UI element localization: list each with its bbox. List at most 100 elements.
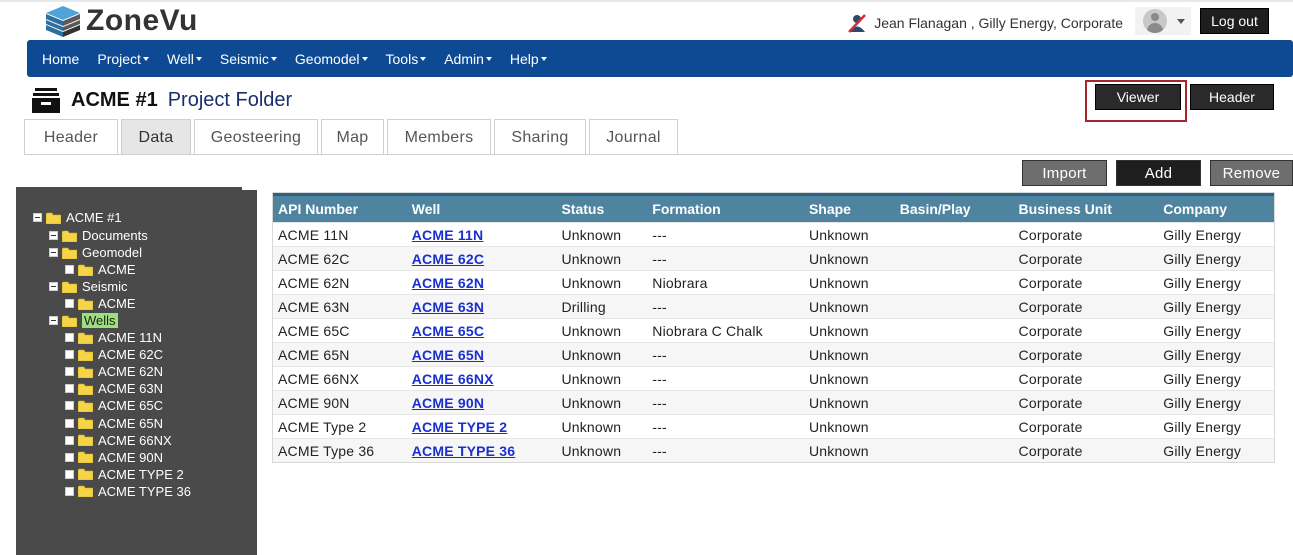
tree-node-well[interactable]: ACME 11N	[65, 329, 162, 346]
leaf-node-icon[interactable]	[65, 350, 74, 360]
tab-map[interactable]: Map	[321, 119, 384, 155]
tab-header[interactable]: Header	[24, 119, 118, 155]
well-link[interactable]: ACME TYPE 2	[412, 419, 508, 435]
table-row[interactable]: ACME 66NX ACME 66NX Unknown --- Unknown Corpo…	[273, 366, 1274, 390]
well-link[interactable]: ACME 65N	[412, 347, 484, 363]
leaf-node-icon[interactable]	[65, 418, 74, 428]
column-header[interactable]: Shape	[804, 201, 895, 217]
tab-members[interactable]: Members	[387, 119, 491, 155]
add-button[interactable]: Add	[1116, 160, 1201, 186]
leaf-node-icon[interactable]	[65, 401, 74, 411]
project-title-row: ACME #1 Project Folder	[31, 84, 292, 116]
tree-node-well[interactable]: ACME 62N	[65, 363, 163, 380]
leaf-node-icon[interactable]	[65, 367, 74, 377]
tree-node-well[interactable]: ACME TYPE 2	[65, 466, 184, 483]
nav-item-label: Admin	[444, 50, 484, 67]
logout-button[interactable]: Log out	[1200, 8, 1269, 34]
header-button[interactable]: Header	[1190, 84, 1274, 110]
tree-node-well[interactable]: ACME 65C	[65, 397, 163, 414]
tree-node-seismic-acme[interactable]: ACME	[65, 295, 136, 312]
tree-node-label: Documents	[82, 228, 148, 243]
leaf-node-icon[interactable]	[65, 384, 74, 394]
nav-item-tools[interactable]: Tools	[377, 40, 436, 77]
leaf-node-icon[interactable]	[65, 452, 74, 462]
collapse-icon[interactable]	[33, 213, 42, 222]
well-link[interactable]: ACME TYPE 36	[412, 443, 516, 459]
well-link[interactable]: ACME 66NX	[412, 371, 494, 387]
tree-node-wells[interactable]: Wells	[49, 312, 118, 329]
collapse-icon[interactable]	[49, 316, 58, 325]
chevron-down-icon	[142, 56, 149, 61]
table-row[interactable]: ACME Type 36 ACME TYPE 36 Unknown --- Unknow…	[273, 438, 1274, 462]
nav-item-seismic[interactable]: Seismic	[211, 40, 286, 77]
viewer-button[interactable]: Viewer	[1095, 84, 1181, 110]
nav-item-project[interactable]: Project	[88, 40, 158, 77]
leaf-node-icon[interactable]	[65, 299, 74, 308]
leaf-node-icon[interactable]	[65, 333, 74, 342]
table-cell: ---	[652, 346, 667, 363]
import-button[interactable]: Import	[1022, 160, 1107, 186]
tree-node-well[interactable]: ACME TYPE 36	[65, 483, 191, 500]
tab-geosteering[interactable]: Geosteering	[194, 119, 318, 155]
app-logo[interactable]: ZoneVu	[44, 4, 198, 38]
tree-node-well[interactable]: ACME 66NX	[65, 432, 172, 449]
leaf-node-icon[interactable]	[65, 469, 74, 479]
well-link[interactable]: ACME 62C	[412, 251, 484, 267]
column-header[interactable]: API Number	[273, 201, 407, 217]
well-link[interactable]: ACME 90N	[412, 395, 484, 411]
table-cell: Unknown	[561, 394, 622, 411]
collapse-icon[interactable]	[49, 248, 58, 257]
tree-node-well[interactable]: ACME 65N	[65, 415, 163, 432]
tree-node-documents[interactable]: Documents	[49, 227, 148, 244]
tree-node-geomodel[interactable]: Geomodel	[49, 244, 142, 261]
column-header[interactable]: Company	[1158, 201, 1274, 217]
table-cell: Unknown	[561, 250, 622, 267]
column-header[interactable]: Status	[556, 201, 647, 217]
column-header[interactable]: Formation	[647, 201, 804, 217]
table-row[interactable]: ACME 63N ACME 63N Drilling --- Unknown Corpor…	[273, 294, 1274, 318]
user-offline-icon	[848, 14, 867, 33]
column-header[interactable]: Well	[407, 201, 557, 217]
table-cell: Unknown	[808, 370, 869, 387]
tab-data[interactable]: Data	[121, 119, 191, 155]
column-header[interactable]: Business Unit	[1014, 201, 1159, 217]
table-row[interactable]: ACME Type 2 ACME TYPE 2 Unknown --- Unknown C…	[273, 414, 1274, 438]
remove-button[interactable]: Remove	[1210, 160, 1293, 186]
collapse-icon[interactable]	[49, 231, 58, 240]
table-cell: Corporate	[1018, 298, 1083, 315]
well-link[interactable]: ACME 62N	[412, 275, 484, 291]
tree-node-well[interactable]: ACME 62C	[65, 346, 163, 363]
table-row[interactable]: ACME 62N ACME 62N Unknown Niobrara Unknown Co…	[273, 270, 1274, 294]
table-row[interactable]: ACME 65N ACME 65N Unknown --- Unknown Corpora…	[273, 342, 1274, 366]
leaf-node-icon[interactable]	[65, 486, 74, 496]
nav-item-well[interactable]: Well	[158, 40, 211, 77]
leaf-node-icon[interactable]	[65, 265, 74, 274]
table-row[interactable]: ACME 62C ACME 62C Unknown --- Unknown Corpora…	[273, 246, 1274, 270]
tree-node-label: ACME 11N	[98, 330, 163, 345]
table-header: API Number Well Status Formation Shape Basin/…	[273, 193, 1274, 222]
well-link[interactable]: ACME 11N	[412, 227, 484, 243]
tree-node-geomodel-acme[interactable]: ACME	[65, 261, 136, 278]
user-menu[interactable]	[1135, 7, 1191, 35]
nav-item-home[interactable]: Home	[33, 40, 88, 77]
tree-node-seismic[interactable]: Seismic	[49, 278, 128, 295]
nav-item-admin[interactable]: Admin	[435, 40, 501, 77]
table-row[interactable]: ACME 90N ACME 90N Unknown --- Unknown Corpora…	[273, 390, 1274, 414]
project-subtitle: Project Folder	[167, 88, 293, 111]
nav-item-geomodel[interactable]: Geomodel	[286, 40, 377, 77]
chevron-down-icon	[540, 56, 547, 61]
collapse-icon[interactable]	[49, 282, 58, 291]
tab-journal[interactable]: Journal	[589, 119, 678, 155]
table-row[interactable]: ACME 11N ACME 11N Unknown --- Unknown Corpora…	[273, 222, 1274, 246]
tree-node-well[interactable]: ACME 63N	[65, 380, 163, 397]
well-link[interactable]: ACME 63N	[412, 299, 484, 315]
tree-node-root[interactable]: ACME #1	[33, 209, 122, 226]
tree-node-well[interactable]: ACME 90N	[65, 449, 163, 466]
table-cell: Gilly Energy	[1163, 274, 1242, 291]
column-header[interactable]: Basin/Play	[895, 201, 1014, 217]
table-row[interactable]: ACME 65C ACME 65C Unknown Niobrara C Chalk U…	[273, 318, 1274, 342]
nav-item-help[interactable]: Help	[501, 40, 556, 77]
tab-sharing[interactable]: Sharing	[494, 119, 586, 155]
well-link[interactable]: ACME 65C	[412, 323, 484, 339]
leaf-node-icon[interactable]	[65, 435, 74, 445]
